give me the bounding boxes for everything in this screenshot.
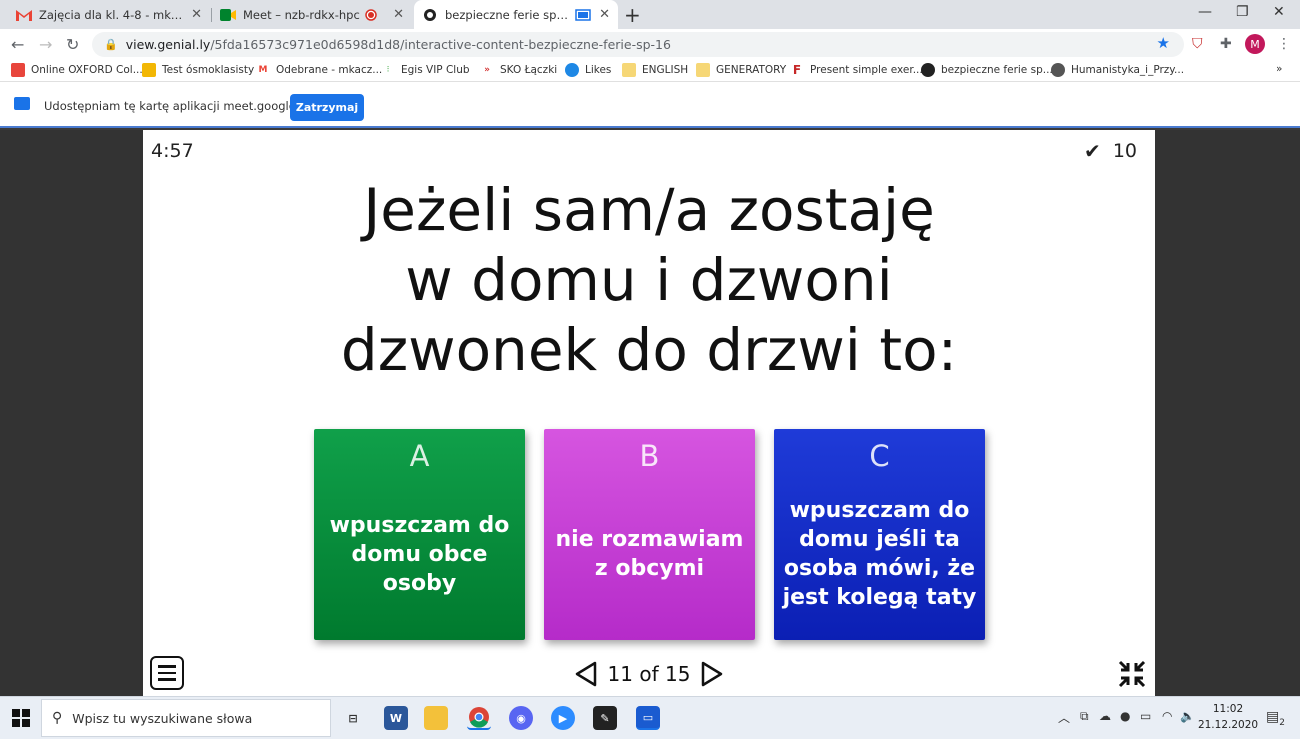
- file-explorer-icon[interactable]: [424, 706, 448, 730]
- microphone-icon[interactable]: ●: [1120, 709, 1130, 723]
- back-arrow-icon[interactable]: ←: [11, 35, 24, 54]
- more-bookmarks-icon[interactable]: »: [1276, 63, 1282, 75]
- profile-avatar[interactable]: M: [1245, 34, 1265, 54]
- reload-icon[interactable]: ↻: [66, 35, 79, 54]
- bookmark-item[interactable]: Humanistyka_i_Przy...: [1051, 63, 1184, 77]
- genially-icon: [422, 7, 438, 23]
- answer-letter: B: [639, 439, 660, 473]
- notifications-icon[interactable]: ▤2: [1266, 709, 1285, 728]
- folder-icon: [696, 63, 710, 77]
- answer-text: nie rozmawiam z obcymi: [555, 527, 744, 581]
- bookmark-item[interactable]: F Present simple exer...: [790, 63, 923, 77]
- question-text: Jeżeli sam/a zostaję w domu i dzwoni dzw…: [340, 176, 958, 384]
- tray-expand-icon[interactable]: ︿: [1058, 709, 1070, 726]
- screen-share-bar: Udostępniam tę kartę aplikacji meet.goog…: [0, 82, 1300, 128]
- answer-letter: A: [409, 439, 430, 473]
- bookmark-item[interactable]: M Odebrane - mkacz...: [256, 63, 383, 77]
- bookmark-icon: F: [792, 63, 802, 77]
- search-icon: ⚲: [52, 710, 63, 726]
- bookmark-item[interactable]: Online OXFORD Col...: [11, 63, 143, 77]
- bookmark-item[interactable]: » SKO Łączki: [480, 63, 557, 77]
- extension-shield-icon[interactable]: ⛉: [1192, 36, 1203, 52]
- recording-icon: [363, 7, 379, 23]
- app-icon[interactable]: ✎: [593, 706, 617, 730]
- screen-share-icon: [14, 97, 30, 110]
- onedrive-icon[interactable]: ☁: [1099, 709, 1111, 723]
- bookmark-item[interactable]: ⁝ Egis VIP Club: [381, 63, 470, 77]
- zoom-icon[interactable]: ▶: [551, 706, 575, 730]
- stop-sharing-button[interactable]: Zatrzymaj: [290, 94, 364, 121]
- meet-icon: [220, 7, 236, 23]
- checkmark-icon: ✔: [1084, 139, 1101, 163]
- minimize-icon[interactable]: —: [1198, 4, 1212, 20]
- bookmark-star-icon[interactable]: ★: [1157, 34, 1170, 52]
- answer-text: wpuszczam do domu obce osoby: [329, 512, 510, 596]
- windows-start-icon[interactable]: [12, 709, 30, 727]
- previous-slide-icon[interactable]: [573, 661, 599, 687]
- share-message: Udostępniam tę kartę aplikacji meet.goog…: [44, 99, 325, 113]
- forward-arrow-icon[interactable]: →: [39, 35, 52, 54]
- slide-pager: 11 of 15: [573, 659, 725, 689]
- bookmark-icon: [565, 63, 579, 77]
- chrome-icon[interactable]: [467, 706, 491, 730]
- close-tab-icon[interactable]: ✕: [393, 7, 404, 22]
- browser-menu-icon[interactable]: ⋮: [1277, 36, 1291, 52]
- answer-letter: C: [869, 439, 890, 473]
- taskbar-search-input[interactable]: ⚲ Wpisz tu wyszukiwane słowa: [41, 699, 331, 737]
- answer-c-button[interactable]: C wpuszczam do domu jeśli ta osoba mówi,…: [774, 429, 985, 640]
- globe-icon: [1051, 63, 1065, 77]
- browser-tab-strip: Zajęcia dla kl. 4-8 - mkaczmarczyk ✕ Mee…: [0, 0, 1300, 29]
- bookmarks-bar: Online OXFORD Col... Test ósmoklasisty M…: [0, 60, 1300, 82]
- bookmark-item[interactable]: bezpieczne ferie sp...: [921, 63, 1053, 77]
- menu-button[interactable]: [150, 656, 184, 690]
- page-indicator: 11 of 15: [607, 662, 691, 686]
- exit-fullscreen-icon[interactable]: [1117, 659, 1147, 695]
- bookmark-item[interactable]: Test ósmoklasisty: [142, 63, 254, 77]
- lock-icon: 🔒: [104, 38, 118, 51]
- score-counter: ✔ 10: [1084, 139, 1137, 163]
- gmail-icon: [16, 7, 32, 23]
- answer-text: wpuszczam do domu jeśli ta osoba mówi, ż…: [782, 498, 977, 610]
- address-bar[interactable]: 🔒 view.genial.ly/5fda16573c971e0d6598d1d…: [92, 32, 1184, 57]
- bookmark-icon: [11, 63, 25, 77]
- quiz-slide: 4:57 ✔ 10 Jeżeli sam/a zostaję w domu i …: [143, 130, 1155, 696]
- hamburger-icon: [158, 665, 176, 668]
- tab-genially[interactable]: bezpieczne ferie sp 16 by Ma ✕: [414, 0, 618, 29]
- timer: 4:57: [151, 140, 194, 162]
- tab-gmail[interactable]: Zajęcia dla kl. 4-8 - mkaczmarczyk ✕: [8, 0, 210, 29]
- screen-app-icon[interactable]: ▭: [636, 706, 660, 730]
- bookmark-icon: »: [484, 65, 490, 75]
- answer-b-button[interactable]: B nie rozmawiam z obcymi: [544, 429, 755, 640]
- answer-a-button[interactable]: A wpuszczam do domu obce osoby: [314, 429, 525, 640]
- close-window-icon[interactable]: ✕: [1273, 4, 1285, 20]
- battery-icon[interactable]: ▭: [1140, 709, 1151, 723]
- gmail-icon: M: [258, 65, 268, 75]
- word-icon[interactable]: W: [384, 706, 408, 730]
- windows-taskbar: ⚲ Wpisz tu wyszukiwane słowa ⊟ W ◉ ▶ ✎ ▭…: [0, 696, 1300, 739]
- new-tab-button[interactable]: +: [624, 3, 641, 27]
- genially-icon: [921, 63, 935, 77]
- tab-meet[interactable]: Meet – nzb-rdkx-hpc ✕: [212, 0, 412, 29]
- bookmark-item[interactable]: Likes: [565, 63, 611, 77]
- system-clock[interactable]: 11:02 21.12.2020: [1196, 701, 1260, 733]
- presentation-stage: 4:57 ✔ 10 Jeżeli sam/a zostaję w domu i …: [0, 130, 1300, 696]
- sharing-tab-icon: [575, 7, 591, 23]
- discord-icon[interactable]: ◉: [509, 706, 533, 730]
- folder-icon: [622, 63, 636, 77]
- volume-icon[interactable]: 🔈: [1180, 709, 1195, 723]
- extensions-puzzle-icon[interactable]: ✚: [1220, 36, 1232, 52]
- close-tab-icon[interactable]: ✕: [599, 7, 610, 22]
- restore-icon[interactable]: ❐: [1236, 4, 1249, 20]
- bookmark-folder[interactable]: GENERATORY: [696, 63, 786, 77]
- browser-toolbar: ← → ↻ 🔒 view.genial.ly/5fda16573c971e0d6…: [0, 29, 1300, 60]
- bookmark-icon: ⁝: [386, 65, 390, 75]
- wifi-icon[interactable]: ◠: [1162, 709, 1172, 723]
- bookmark-folder[interactable]: ENGLISH: [622, 63, 688, 77]
- close-tab-icon[interactable]: ✕: [191, 7, 202, 22]
- next-slide-icon[interactable]: [699, 661, 725, 687]
- tray-meet-icon[interactable]: ⧉: [1080, 709, 1089, 724]
- bookmark-icon: [142, 63, 156, 77]
- task-view-icon[interactable]: ⊟: [341, 706, 365, 730]
